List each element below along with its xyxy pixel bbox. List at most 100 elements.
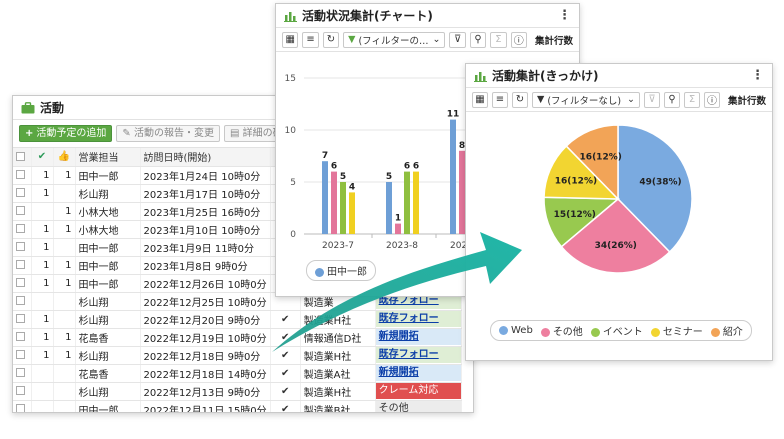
table-view-icon[interactable]: ▦ — [282, 31, 299, 48]
legend-item[interactable]: 紹介 — [710, 323, 743, 338]
sum-icon[interactable]: Σ — [490, 31, 507, 48]
owner-cell: 田中一郎 — [75, 166, 141, 185]
done-count-cell: 1 — [31, 184, 54, 203]
legend-item[interactable]: その他 — [540, 323, 583, 338]
info-icon[interactable]: ⓘ — [704, 91, 721, 108]
filter-select[interactable]: ▼ (フィルターの… ⌄ — [343, 31, 446, 48]
row-checkbox[interactable] — [13, 328, 32, 347]
legend-dot — [590, 327, 600, 337]
screenshot-stage: 活動 + 活動予定の追加 ✎ 活動の報告・変更 ▤ 詳細の確認 ✔ 👍 営業担当 … — [0, 0, 784, 439]
row-checkbox[interactable] — [13, 238, 32, 257]
type-cell[interactable]: クレーム対応 — [375, 382, 462, 401]
legend-item[interactable]: セミナー — [650, 323, 703, 338]
like-count-cell: 1 — [53, 256, 76, 275]
row-checkbox[interactable] — [13, 382, 32, 401]
date-cell: 2022年12月11日 15時0分 — [140, 400, 271, 412]
type-cell[interactable]: 既存フォロー — [375, 346, 462, 365]
owner-cell: 杉山翔 — [75, 184, 141, 203]
row-checkbox[interactable] — [13, 292, 32, 311]
like-count-cell — [53, 310, 76, 329]
like-count-cell — [53, 292, 76, 311]
row-checkbox[interactable] — [13, 220, 32, 239]
table-view-icon[interactable]: ▦ — [472, 91, 488, 108]
company-cell: 製造業A社 — [300, 364, 376, 383]
date-cell: 2022年12月18日 9時0分 — [140, 346, 271, 365]
more-menu-icon[interactable]: ⋮ — [751, 68, 764, 83]
bar — [386, 182, 392, 234]
table-row[interactable]: 1 1 花島香 2022年12月19日 10時0分 ✔ 情報通信D社 新規開拓 — [13, 328, 462, 347]
report-activity-label: 活動の報告・変更 — [133, 128, 214, 139]
table-row[interactable]: 田中一郎 2022年12月11日 15時0分 ✔ 製造業B社 その他 — [13, 400, 462, 412]
check-cell: ✔ — [270, 328, 301, 347]
check-cell: ✔ — [270, 364, 301, 383]
row-checkbox[interactable] — [13, 184, 32, 203]
refresh-icon[interactable]: ↻ — [322, 31, 340, 48]
legend-item[interactable]: Web — [499, 325, 533, 336]
row-checkbox[interactable] — [13, 400, 32, 412]
list-view-icon[interactable]: ≡ — [302, 31, 319, 48]
table-row[interactable]: 1 1 杉山翔 2022年12月18日 9時0分 ✔ 製造業H社 既存フォロー — [13, 346, 462, 365]
report-activity-button[interactable]: ✎ 活動の報告・変更 — [116, 125, 220, 142]
type-tag[interactable]: 新規開拓 — [375, 365, 461, 381]
like-count-cell — [53, 184, 76, 203]
bar-chart-toolbar: ▦ ≡ ↻ ▼ (フィルターの… ⌄ ⊽ ⚲ Σ ⓘ 集計行数 — [276, 28, 579, 52]
pie-value-label: 34(26%) — [595, 241, 637, 251]
legend-dot — [710, 327, 720, 337]
type-tag[interactable]: クレーム対応 — [375, 383, 461, 399]
like-column-header[interactable]: 👍 — [53, 148, 76, 167]
type-tag[interactable]: 新規開拓 — [375, 329, 461, 345]
filter-value: (フィルターの… — [358, 35, 429, 47]
bar-value-label: 11 — [447, 110, 460, 120]
bar — [331, 171, 337, 234]
like-count-cell — [53, 400, 76, 412]
type-tag[interactable]: 既存フォロー — [375, 347, 461, 363]
owner-column-header[interactable]: 営業担当 — [75, 148, 141, 167]
row-checkbox[interactable] — [13, 364, 32, 383]
legend-label: イベント — [602, 327, 643, 338]
more-menu-icon[interactable]: ⋮ — [558, 8, 571, 23]
done-count-cell: 1 — [31, 238, 54, 257]
done-count-cell: 1 — [31, 256, 54, 275]
row-checkbox[interactable] — [13, 256, 32, 275]
add-activity-button[interactable]: + 活動予定の追加 — [19, 125, 113, 142]
list-view-icon[interactable]: ≡ — [492, 91, 508, 108]
bar-chart-header: 活動状況集計(チャート) ⋮ — [276, 4, 579, 28]
bar-value-label: 4 — [349, 182, 355, 192]
legend-dot — [540, 327, 550, 337]
owner-cell: 田中一郎 — [75, 256, 141, 275]
owner-cell: 花島香 — [75, 328, 141, 347]
type-cell[interactable]: 新規開拓 — [375, 364, 462, 383]
owner-cell: 田中一郎 — [75, 274, 141, 293]
type-tag[interactable]: 既存フォロー — [375, 311, 461, 327]
filter-select[interactable]: ▼ (フィルターなし) ⌄ — [532, 91, 641, 108]
table-row[interactable]: 杉山翔 2022年12月13日 9時0分 ✔ 製造業H社 クレーム対応 — [13, 382, 462, 401]
done-column-header[interactable]: ✔ — [31, 148, 54, 167]
aggregate-label: 集計行数 — [534, 35, 573, 47]
row-checkbox[interactable] — [13, 310, 32, 329]
search-icon[interactable]: ⚲ — [469, 31, 487, 48]
row-checkbox[interactable] — [13, 274, 32, 293]
date-cell: 2023年1月10日 10時0分 — [140, 220, 271, 239]
table-row[interactable]: 1 杉山翔 2022年12月20日 9時0分 ✔ 製造業H社 既存フォロー — [13, 310, 462, 329]
row-checkbox[interactable] — [13, 202, 32, 221]
refresh-icon[interactable]: ↻ — [512, 91, 528, 108]
pencil-icon: ✎ — [122, 128, 134, 139]
legend-item[interactable]: 田中一郎 — [315, 263, 367, 278]
date-column-header[interactable]: 訪問日時(開始) — [140, 148, 271, 167]
filter-clear-icon[interactable]: ⊽ — [644, 91, 661, 108]
row-checkbox[interactable] — [13, 346, 32, 365]
type-cell[interactable]: 既存フォロー — [375, 310, 462, 329]
row-checkbox[interactable] — [13, 166, 32, 185]
table-row[interactable]: 花島香 2022年12月18日 14時0分 ✔ 製造業A社 新規開拓 — [13, 364, 462, 383]
filter-clear-icon[interactable]: ⊽ — [449, 31, 466, 48]
type-cell[interactable]: 新規開拓 — [375, 328, 462, 347]
legend-item[interactable]: イベント — [590, 323, 643, 338]
info-icon[interactable]: ⓘ — [510, 31, 527, 48]
select-all-checkbox[interactable] — [13, 148, 32, 167]
search-icon[interactable]: ⚲ — [664, 91, 681, 108]
sum-icon[interactable]: Σ — [684, 91, 701, 108]
date-cell: 2023年1月24日 10時0分 — [140, 166, 271, 185]
pie-value-label: 16(12%) — [580, 153, 622, 163]
company-cell: 製造業H社 — [300, 382, 376, 401]
done-count-cell — [31, 364, 54, 383]
